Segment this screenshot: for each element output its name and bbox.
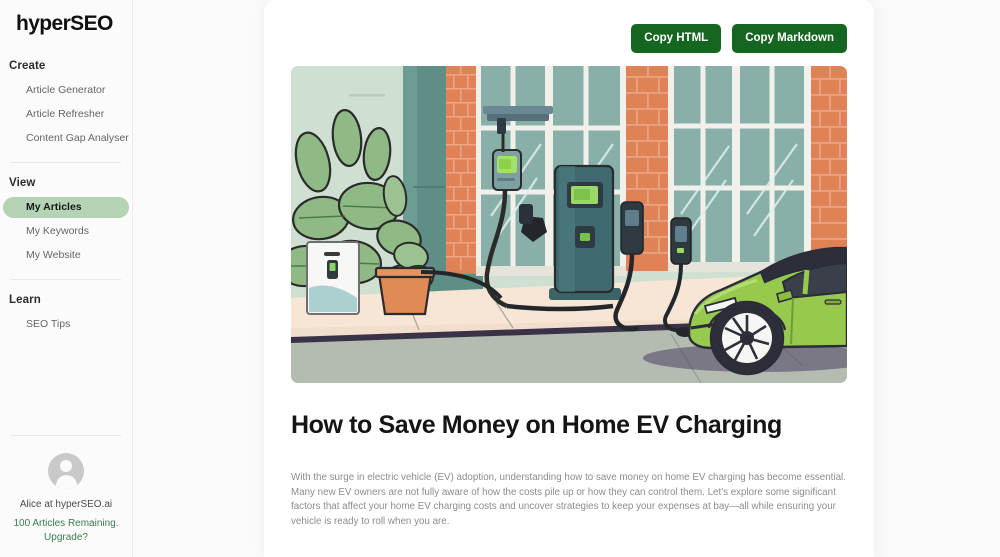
user-name-label: Alice at hyperSEO.ai	[19, 499, 113, 510]
card-toolbar: Copy HTML Copy Markdown	[264, 0, 874, 53]
hero-illustration-svg	[291, 66, 847, 383]
article-intro-paragraph: With the surge in electric vehicle (EV) …	[291, 472, 846, 527]
copy-markdown-button[interactable]: Copy Markdown	[732, 24, 847, 53]
section-title-view: View	[9, 177, 36, 189]
sidebar-section-create: Create Article Generator Article Refresh…	[0, 60, 132, 152]
app-logo[interactable]: hyperSEO	[0, 0, 132, 38]
sidebar-item-my-keywords[interactable]: My Keywords	[3, 221, 129, 242]
sidebar-section-learn: Learn SEO Tips	[0, 294, 132, 338]
section-title-learn: Learn	[9, 294, 41, 306]
main-content-area: Copy HTML Copy Markdown How to Save Mone…	[133, 0, 1000, 557]
sidebar-item-my-website[interactable]: My Website	[3, 245, 129, 266]
sidebar-user-block: Alice at hyperSEO.ai 100 Articles Remain…	[0, 435, 132, 557]
article-card: Copy HTML Copy Markdown How to Save Mone…	[264, 0, 874, 557]
sidebar-item-content-gap-analyser[interactable]: Content Gap Analyser	[3, 128, 129, 149]
section-title-create: Create	[9, 60, 46, 72]
sidebar-divider-1	[11, 162, 121, 163]
sidebar-item-seo-tips[interactable]: SEO Tips	[3, 314, 129, 335]
user-quota-line-1[interactable]: 100 Articles Remaining.	[8, 517, 124, 531]
upgrade-link[interactable]: Upgrade?	[8, 531, 124, 545]
app-root: hyperSEO Create Article Generator Articl…	[0, 0, 1000, 557]
sidebar-item-article-refresher[interactable]: Article Refresher	[3, 104, 129, 125]
user-avatar-icon[interactable]	[48, 453, 84, 489]
copy-html-button[interactable]: Copy HTML	[631, 24, 722, 53]
avatar-body-shape	[55, 475, 77, 489]
sidebar-divider-2	[11, 279, 121, 280]
article-title: How to Save Money on Home EV Charging	[291, 411, 782, 439]
sidebar-item-my-articles[interactable]: My Articles	[3, 197, 129, 218]
sidebar-divider-3	[11, 435, 121, 436]
sidebar-item-article-generator[interactable]: Article Generator	[3, 80, 129, 101]
article-body: How to Save Money on Home EV Charging Wi…	[264, 409, 874, 557]
avatar-head-shape	[60, 460, 72, 472]
sidebar-section-view: View My Articles My Keywords My Website	[0, 177, 132, 269]
hero-image	[291, 66, 847, 383]
sidebar: hyperSEO Create Article Generator Articl…	[0, 0, 133, 557]
